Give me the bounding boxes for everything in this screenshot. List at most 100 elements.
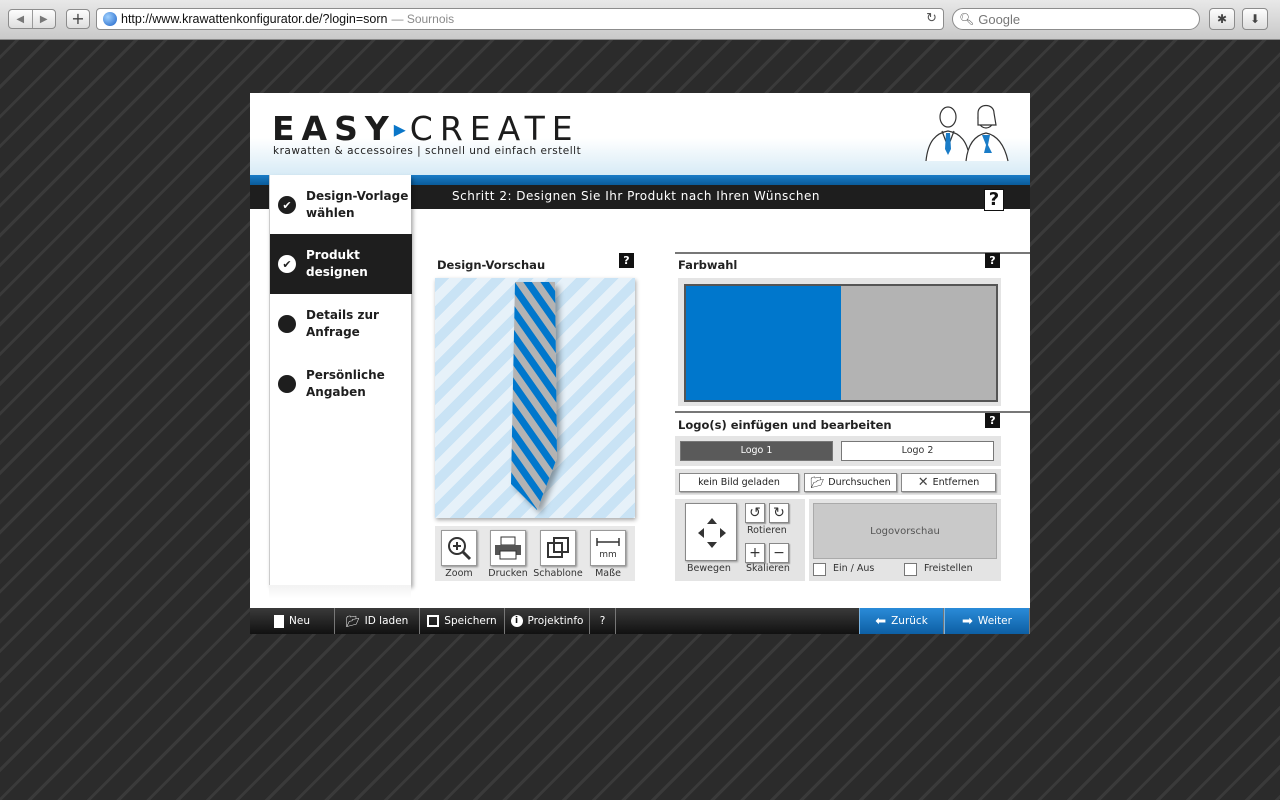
help-button[interactable]: ? <box>984 189 1004 211</box>
zoom-label: Zoom <box>445 568 473 579</box>
add-bookmark-button[interactable]: + <box>66 9 90 29</box>
scale-down-button[interactable]: − <box>769 543 789 563</box>
move-button[interactable] <box>685 503 737 561</box>
print-button[interactable] <box>490 530 526 566</box>
sidebar-item-label: Design-Vorlage wählen <box>306 189 409 220</box>
tab-logo-2[interactable]: Logo 2 <box>841 441 994 461</box>
bug-icon[interactable]: ✱ <box>1209 8 1235 30</box>
search-icon: 🔍︎ <box>959 12 975 26</box>
next-label: Weiter <box>977 615 1012 627</box>
bottom-toolbar: Neu 📂︎ ID laden Speichern i Projektinfo ? … <box>250 608 1030 634</box>
template-button[interactable] <box>540 530 576 566</box>
cutout-label: Freistellen <box>924 563 973 574</box>
logo-divider <box>675 411 1030 413</box>
logo-transform-panel: Bewegen ↺ ↻ Rotieren + − Skalieren <box>675 499 805 581</box>
sidebar-footer <box>269 585 411 599</box>
remove-button[interactable]: ✕ Entfernen <box>901 473 996 492</box>
cutout-checkbox[interactable] <box>904 563 917 576</box>
new-label: Neu <box>289 615 310 627</box>
address-bar[interactable]: http://www.krawattenkonfigurator.de/?log… <box>96 8 944 30</box>
logo-create: CREATE <box>409 109 580 148</box>
dimensions-button[interactable]: mm <box>590 530 626 566</box>
zoom-icon <box>448 537 472 561</box>
swatch-blue[interactable] <box>686 286 841 400</box>
checkmark-icon: ✔ <box>278 255 296 273</box>
save-icon <box>427 615 440 627</box>
configurator-app: EASY▸ CREATE krawatten & accessoires | sc… <box>250 93 1030 634</box>
logo-arrow-icon: ▸ <box>393 115 406 143</box>
info-icon: i <box>510 615 523 627</box>
sidebar-item-label: Produkt designen <box>306 248 368 279</box>
bottom-help-button[interactable]: ? <box>590 608 616 634</box>
logo-title: Logo(s) einfügen und bearbeiten <box>678 418 892 432</box>
rotate-right-icon: ↻ <box>773 505 785 521</box>
move-arrows-icon <box>698 518 726 548</box>
search-input[interactable]: 🔍︎ Google <box>952 8 1200 30</box>
swatch-gray[interactable] <box>841 286 996 400</box>
tagline: krawatten & accessoires | schnell und ei… <box>273 145 582 157</box>
project-info-button[interactable]: i Projektinfo <box>505 608 590 634</box>
move-label: Bewegen <box>687 563 731 574</box>
globe-icon <box>103 12 117 26</box>
back-button[interactable]: ⬅ Zurück <box>859 608 944 634</box>
color-swatches <box>684 284 998 402</box>
brand-logo: EASY▸ CREATE <box>272 109 580 148</box>
browse-label: Durchsuchen <box>828 477 891 488</box>
search-placeholder: Google <box>978 11 1021 27</box>
url-text: http://www.krawattenkonfigurator.de/?log… <box>121 12 388 26</box>
reload-icon[interactable]: ↻ <box>926 11 937 26</box>
logo-easy: EASY <box>272 109 396 148</box>
sidebar-item-request-details[interactable]: Details zur Anfrage <box>270 294 412 354</box>
load-id-label: ID laden <box>364 615 409 627</box>
document-icon <box>274 614 284 628</box>
forward-arrow-icon[interactable]: ▶ <box>31 10 56 28</box>
people-icon <box>925 104 1009 162</box>
rotate-left-button[interactable]: ↺ <box>745 503 765 523</box>
rotate-label: Rotieren <box>747 525 787 536</box>
close-icon: ✕ <box>917 475 929 490</box>
preview-title: Design-Vorschau <box>437 258 546 272</box>
step-title: Schritt 2: Designen Sie Ihr Produkt nach… <box>452 189 820 203</box>
sidebar-item-personal-info[interactable]: Persönliche Angaben <box>270 354 412 414</box>
remove-label: Entfernen <box>932 477 980 488</box>
save-label: Speichern <box>444 615 497 627</box>
zoom-button[interactable] <box>441 530 477 566</box>
folder-icon: 📂︎ <box>810 476 825 489</box>
load-id-button[interactable]: 📂︎ ID laden <box>335 608 420 634</box>
sidebar-item-design-product[interactable]: ✔ Produkt designen <box>270 234 412 294</box>
svg-text:mm: mm <box>599 550 617 559</box>
scale-up-button[interactable]: + <box>745 543 765 563</box>
template-icon <box>547 537 569 558</box>
back-label: Zurück <box>891 615 928 627</box>
ruler-icon: mm <box>596 538 620 559</box>
checkmark-icon: ✔ <box>278 196 296 214</box>
sidebar-item-label: Persönliche Angaben <box>306 368 385 399</box>
dimensions-label: Maße <box>595 568 621 579</box>
browse-button[interactable]: 📂︎ Durchsuchen <box>804 473 897 492</box>
downloads-icon[interactable]: ⬇ <box>1242 8 1268 30</box>
scale-label: Skalieren <box>746 563 790 574</box>
page-title-text: — Sournois <box>391 12 455 26</box>
sidebar-item-design-template[interactable]: ✔ Design-Vorlage wählen <box>270 175 412 235</box>
color-divider <box>675 252 1030 254</box>
bullet-icon <box>278 375 296 393</box>
minus-icon: − <box>773 545 785 561</box>
plus-icon: + <box>749 545 761 561</box>
browser-toolbar: ◀ ▶ + http://www.krawattenkonfigurator.d… <box>0 0 1280 40</box>
color-help-button[interactable]: ? <box>985 253 1000 268</box>
arrow-right-icon: ➡ <box>962 613 973 629</box>
tie-preview <box>435 278 635 518</box>
print-label: Drucken <box>488 568 528 579</box>
tab-logo-1[interactable]: Logo 1 <box>680 441 833 461</box>
next-button[interactable]: ➡ Weiter <box>944 608 1030 634</box>
toggle-label: Ein / Aus <box>833 563 875 574</box>
back-arrow-icon[interactable]: ◀ <box>9 10 32 28</box>
preview-help-button[interactable]: ? <box>619 253 634 268</box>
rotate-right-button[interactable]: ↻ <box>769 503 789 523</box>
toggle-checkbox[interactable] <box>813 563 826 576</box>
logo-help-button[interactable]: ? <box>985 413 1000 428</box>
history-nav: ◀ ▶ <box>8 9 56 29</box>
save-button[interactable]: Speichern <box>420 608 505 634</box>
project-info-label: Projektinfo <box>527 615 584 627</box>
new-button[interactable]: Neu <box>250 608 335 634</box>
